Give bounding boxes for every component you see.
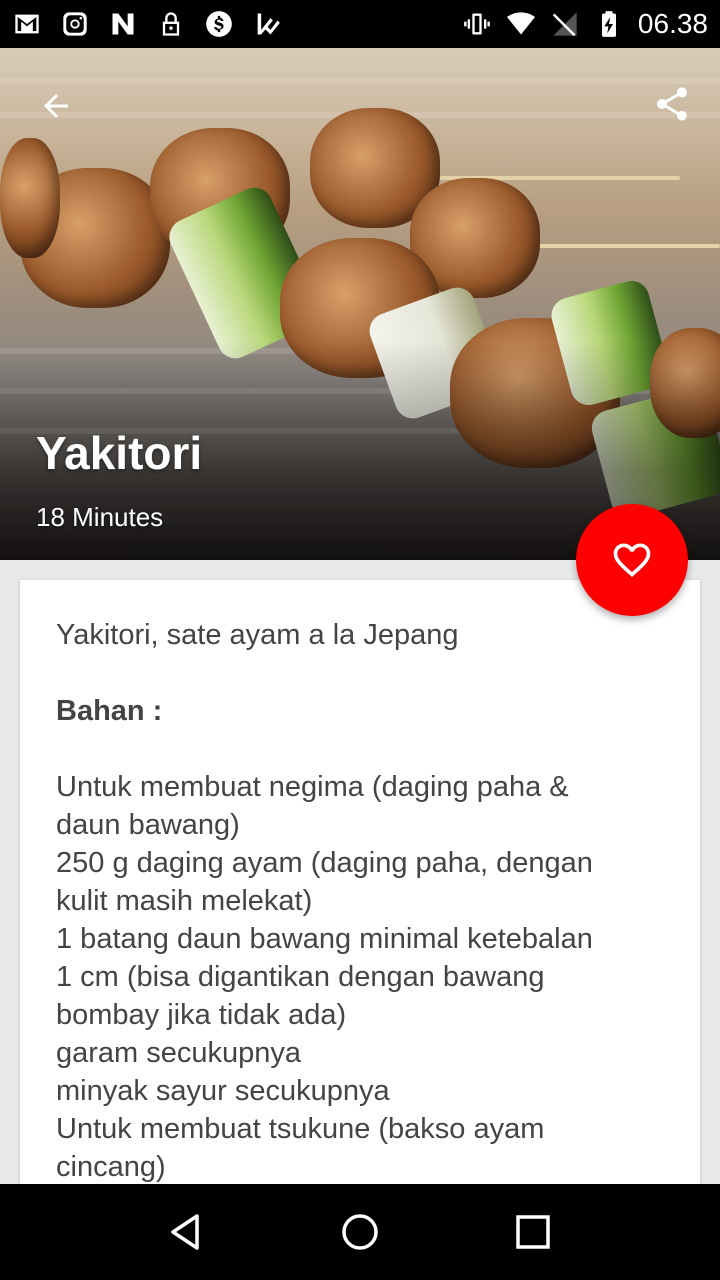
dollar-icon	[204, 9, 234, 39]
nav-recents-button[interactable]	[503, 1202, 563, 1262]
recipe-description: Yakitori, sate ayam a la Jepang	[56, 619, 459, 651]
recipe-card: Yakitori, sate ayam a la Jepang Bahan : …	[20, 580, 700, 1184]
recipe-title: Yakitori	[36, 427, 203, 479]
ingredient-line: 1 batang daun bawang minimal ketebalan	[56, 923, 593, 955]
status-time: 06.38	[637, 8, 708, 39]
status-notifications	[12, 9, 282, 39]
back-button[interactable]	[34, 84, 78, 128]
skewer-stick	[520, 244, 720, 248]
ingredient-line: kulit masih melekat)	[56, 885, 313, 917]
app-n-icon	[108, 9, 138, 39]
ingredients-list: Untuk membuat negima (daging paha & daun…	[56, 768, 664, 1184]
recipe-duration: 18 Minutes	[36, 502, 164, 532]
favorite-button[interactable]	[576, 504, 688, 616]
ingredient-line: Untuk membuat tsukune (bakso ayam	[56, 1113, 545, 1145]
ingredient-line: 1 cm (bisa digantikan dengan bawang	[56, 961, 545, 993]
recipe-hero-image	[0, 48, 720, 560]
share-button[interactable]	[648, 80, 696, 128]
ingredient-line: Untuk membuat negima (daging paha &	[56, 771, 569, 803]
nav-back-button[interactable]	[157, 1202, 217, 1262]
heart-outline-icon	[613, 543, 651, 578]
ingredient-line: bombay jika tidak ada)	[56, 999, 347, 1031]
gmail-icon	[12, 9, 42, 39]
circle-home-icon	[342, 1214, 378, 1250]
ingredients-heading: Bahan :	[56, 695, 163, 727]
lock-icon	[156, 9, 186, 39]
status-system: 06.38	[462, 8, 708, 40]
triangle-back-icon	[170, 1214, 199, 1250]
ingredient-line: daun bawang)	[56, 809, 240, 841]
nav-home-button[interactable]	[330, 1202, 390, 1262]
status-bar: 06.38	[0, 0, 720, 48]
navigation-bar	[0, 1184, 720, 1280]
battery-charging-icon	[594, 9, 624, 39]
ingredient-line: cincang)	[56, 1151, 166, 1183]
wood-plank	[0, 78, 720, 84]
recipe-content[interactable]: Yakitori, sate ayam a la Jepang Bahan : …	[0, 560, 720, 1184]
instagram-icon	[60, 9, 90, 39]
ingredient-line: 250 g daging ayam (daging paha, dengan	[56, 847, 593, 879]
vibrate-icon	[462, 9, 492, 39]
no-signal-icon	[550, 9, 580, 39]
check-flag-icon	[252, 9, 282, 39]
arrow-left-icon	[44, 94, 68, 118]
wifi-icon	[506, 9, 536, 39]
share-icon	[657, 87, 687, 121]
chicken-piece	[0, 138, 60, 258]
square-recents-icon	[516, 1215, 551, 1249]
ingredient-line: garam secukupnya	[56, 1037, 302, 1069]
ingredient-line: minyak sayur secukupnya	[56, 1075, 390, 1107]
